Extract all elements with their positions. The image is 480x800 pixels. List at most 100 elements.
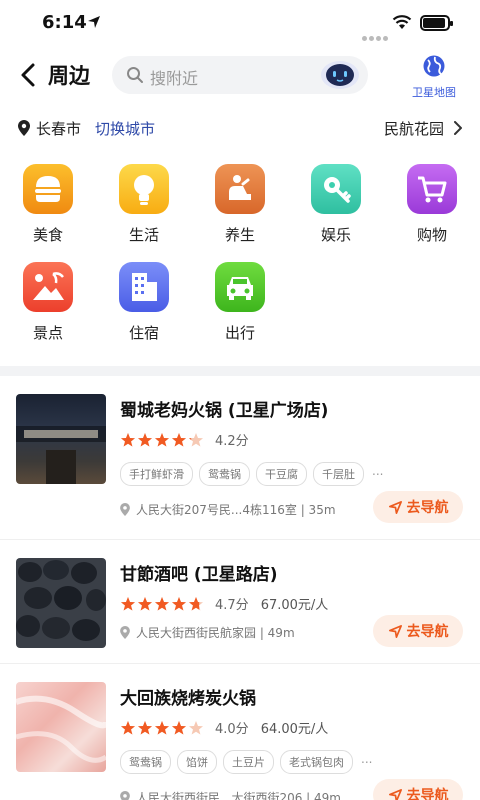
back-arrow-icon[interactable] — [16, 60, 42, 90]
search-input[interactable]: 搜附近 — [112, 56, 368, 94]
tag: 手打鲜虾滑 — [120, 462, 193, 486]
star-icon — [138, 596, 152, 610]
header: 周边 搜附近 卫星地图 — [0, 50, 480, 100]
satellite-map-button[interactable]: 卫星地图 — [404, 54, 464, 100]
cart-icon — [407, 164, 457, 214]
star-rating — [120, 720, 205, 736]
rating: 4.2分 — [120, 430, 249, 449]
tags-more: ... — [361, 752, 373, 766]
address-text: 人民大街西街民航家园 | 49m — [136, 626, 295, 640]
star-icon — [172, 596, 186, 610]
tag: 土豆片 — [223, 750, 274, 774]
rating: 4.0分 64.00元/人 — [120, 718, 328, 737]
star-icon — [121, 432, 135, 446]
tags-more: ... — [372, 464, 384, 478]
category-label: 养生 — [224, 226, 255, 244]
star-icon — [155, 596, 169, 610]
navigation-arrow-icon — [388, 500, 402, 514]
location-pin-icon — [120, 791, 130, 800]
star-icon — [189, 432, 203, 446]
rating-score: 4.7分 — [215, 598, 249, 613]
star-icon — [121, 720, 135, 734]
current-area[interactable]: 民航花园 — [384, 118, 444, 139]
rating: 4.7分 67.00元/人 — [120, 594, 328, 613]
category-label: 出行 — [224, 324, 255, 342]
restaurant-name: 蜀城老妈火锅 (卫星广场店) — [120, 401, 329, 421]
category-grid: 美食 生活 养生 娱乐 购物 景点 住宿 出行 — [0, 158, 480, 358]
burger-icon — [23, 164, 73, 214]
rating-score: 4.2分 — [215, 434, 249, 449]
navigate-button[interactable]: 去导航 — [373, 491, 463, 523]
star-rating — [120, 596, 205, 612]
category-life[interactable]: 生活 — [114, 164, 174, 245]
address: 人民大街西街民...大街西街206 | 49m — [120, 789, 341, 800]
key-icon — [311, 164, 361, 214]
restaurant-photo — [16, 394, 106, 484]
address-text: 人民大街西街民...大街西街206 | 49m — [136, 791, 341, 800]
tag-list: 鸳鸯锅 馅饼 土豆片 老式锅包肉 ... — [120, 750, 372, 774]
tag: 千层肚 — [313, 462, 364, 486]
signal-icon — [362, 26, 390, 45]
list-item[interactable]: 蜀城老妈火锅 (卫星广场店) 4.2分 手打鲜虾滑 鸳鸯锅 干豆腐 千层肚 ..… — [0, 376, 480, 540]
chevron-right-icon[interactable] — [454, 121, 462, 135]
list-item[interactable]: 大回族烧烤炭火锅 4.0分 64.00元/人 鸳鸯锅 馅饼 土豆片 老式锅包肉 … — [0, 664, 480, 800]
category-attractions[interactable]: 景点 — [18, 262, 78, 343]
star-rating — [120, 432, 205, 448]
price-per-person: 64.00元/人 — [260, 722, 329, 737]
search-placeholder: 搜附近 — [150, 69, 199, 88]
tag: 鸳鸯锅 — [199, 462, 250, 486]
category-label: 景点 — [32, 324, 63, 342]
results-list: 蜀城老妈火锅 (卫星广场店) 4.2分 手打鲜虾滑 鸳鸯锅 干豆腐 千层肚 ..… — [0, 376, 480, 800]
rating-score: 4.0分 — [215, 722, 249, 737]
price-per-person: 67.00元/人 — [260, 598, 329, 613]
category-shopping[interactable]: 购物 — [402, 164, 462, 245]
location-row: 长春市 切换城市 民航花园 — [0, 112, 480, 144]
current-city: 长春市 — [36, 120, 82, 138]
navigate-label: 去导航 — [406, 624, 449, 640]
robot-assistant-icon[interactable] — [320, 59, 360, 91]
category-transport[interactable]: 出行 — [210, 262, 270, 343]
list-item[interactable]: 甘節酒吧 (卫星路店) 4.7分 67.00元/人 人民大街西街民航家园 | 4… — [0, 540, 480, 664]
category-wellness[interactable]: 养生 — [210, 164, 270, 245]
location-pin-icon — [120, 503, 130, 516]
star-icon — [189, 720, 203, 734]
category-lodging[interactable]: 住宿 — [114, 262, 174, 343]
category-label: 购物 — [416, 226, 447, 244]
tag-list: 手打鲜虾滑 鸳鸯锅 干豆腐 千层肚 ... — [120, 462, 383, 486]
location-arrow-icon — [88, 16, 100, 28]
star-icon — [138, 720, 152, 734]
page-title: 周边 — [48, 64, 90, 88]
battery-icon — [420, 15, 453, 31]
star-icon — [155, 432, 169, 446]
navigation-arrow-icon — [388, 788, 402, 800]
restaurant-name: 大回族烧烤炭火锅 — [120, 689, 256, 709]
star-icon — [172, 432, 186, 446]
category-entertainment[interactable]: 娱乐 — [306, 164, 366, 245]
star-icon — [155, 720, 169, 734]
restaurant-photo — [16, 682, 106, 772]
wifi-icon — [392, 15, 412, 29]
star-icon — [121, 596, 135, 610]
navigate-label: 去导航 — [406, 788, 449, 800]
status-time: 6:14 — [42, 12, 87, 33]
category-label: 住宿 — [128, 324, 159, 342]
address: 人民大街207号民...4栋116室 | 35m — [120, 501, 336, 518]
restaurant-name: 甘節酒吧 (卫星路店) — [120, 565, 278, 585]
navigate-button[interactable]: 去导航 — [373, 779, 463, 800]
globe-icon — [423, 55, 445, 77]
massage-icon — [215, 164, 265, 214]
satellite-map-label: 卫星地图 — [412, 86, 456, 99]
navigation-arrow-icon — [388, 624, 402, 638]
switch-city-link[interactable]: 切换城市 — [95, 118, 155, 139]
category-label: 娱乐 — [320, 226, 351, 244]
building-icon — [119, 262, 169, 312]
palm-tree-icon — [23, 262, 73, 312]
section-divider — [0, 366, 480, 376]
car-icon — [215, 262, 265, 312]
navigate-button[interactable]: 去导航 — [373, 615, 463, 647]
address: 人民大街西街民航家园 | 49m — [120, 624, 295, 641]
category-food[interactable]: 美食 — [18, 164, 78, 245]
star-icon — [138, 432, 152, 446]
location-pin-icon — [18, 120, 30, 136]
address-text: 人民大街207号民...4栋116室 | 35m — [136, 503, 336, 517]
